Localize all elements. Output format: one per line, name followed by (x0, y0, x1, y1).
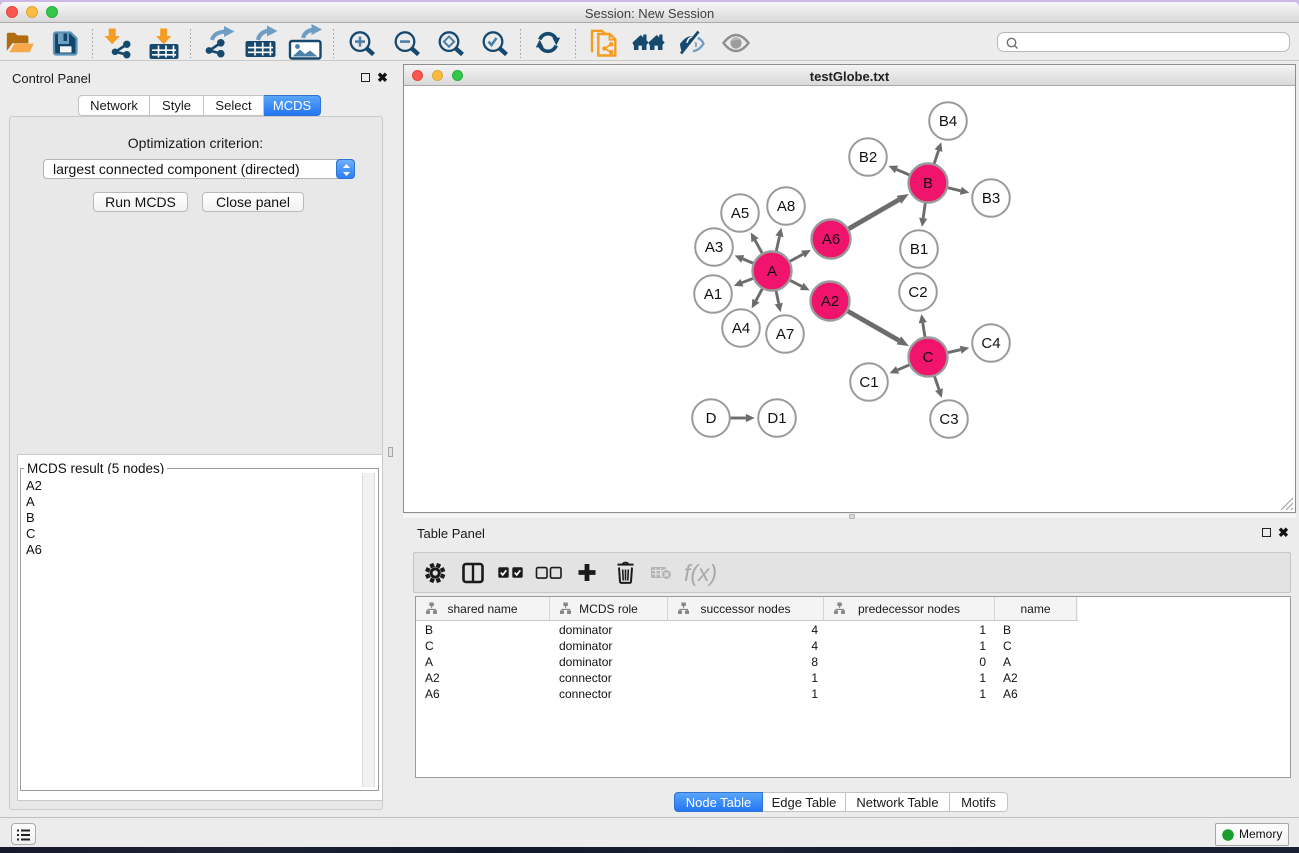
svg-text:A3: A3 (705, 239, 723, 256)
svg-text:C3: C3 (939, 411, 958, 428)
svg-text:C1: C1 (859, 374, 878, 391)
svg-text:A6: A6 (822, 231, 840, 248)
svg-text:A1: A1 (704, 286, 722, 303)
svg-text:A7: A7 (776, 326, 794, 343)
svg-text:A: A (767, 263, 777, 280)
svg-text:A5: A5 (731, 205, 749, 222)
svg-text:C2: C2 (908, 284, 927, 301)
svg-text:D1: D1 (767, 410, 786, 427)
svg-text:B4: B4 (939, 113, 957, 130)
svg-text:B1: B1 (910, 241, 928, 258)
svg-text:C4: C4 (981, 335, 1000, 352)
svg-text:B3: B3 (982, 190, 1000, 207)
svg-text:D: D (706, 410, 717, 427)
svg-text:f(x): f(x) (684, 560, 717, 586)
svg-text:A2: A2 (821, 293, 839, 310)
svg-text:A4: A4 (732, 320, 750, 337)
svg-text:B2: B2 (859, 149, 877, 166)
svg-text:C: C (923, 349, 934, 366)
svg-text:A8: A8 (777, 198, 795, 215)
svg-text:B: B (923, 175, 933, 192)
